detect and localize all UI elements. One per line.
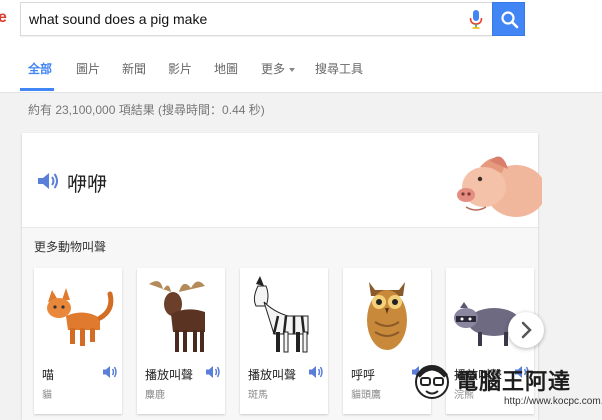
tab-search-tools[interactable]: 搜尋工具 <box>315 60 363 77</box>
search-icon <box>501 11 519 29</box>
tab-more-label: 更多 <box>261 62 286 76</box>
animal-sound-label: 呼呼 <box>351 368 376 382</box>
carousel-next-button[interactable] <box>508 312 544 348</box>
animal-name-label: 貓頭鷹 <box>351 390 381 401</box>
search-query[interactable]: what sound does a pig make <box>29 11 207 27</box>
tab-maps[interactable]: 地圖 <box>214 60 238 77</box>
answer-section: 咿咿 <box>22 133 542 227</box>
animal-card-cat[interactable]: 喵 貓 <box>34 268 122 414</box>
chevron-down-icon <box>289 67 296 72</box>
site-watermark: 電腦王阿達 http://www.kocpc.com.tw <box>412 358 602 419</box>
header: e what sound does a pig make 全部 圖片 新聞 影片… <box>0 0 602 93</box>
animal-sound-label: 播放叫聲 <box>248 368 297 382</box>
zebra-icon <box>253 276 309 353</box>
moose-icon <box>149 281 205 352</box>
search-button[interactable] <box>492 2 525 36</box>
active-tab-indicator <box>20 88 54 91</box>
speaker-icon[interactable] <box>102 364 118 380</box>
answer-sound-word: 咿咿 <box>67 174 107 196</box>
tab-all[interactable]: 全部 <box>28 60 52 77</box>
search-input[interactable]: what sound does a pig make <box>20 2 493 36</box>
pig-icon <box>457 156 542 217</box>
owl-icon <box>367 282 407 350</box>
animal-sound-label: 播放叫聲 <box>145 368 194 382</box>
mascot-logo-icon <box>415 365 449 399</box>
watermark-url: http://www.kocpc.com.tw <box>504 396 602 407</box>
tab-images[interactable]: 圖片 <box>76 60 100 77</box>
speaker-icon[interactable] <box>308 364 324 380</box>
tab-more[interactable]: 更多 <box>261 60 296 77</box>
cat-icon <box>47 288 114 346</box>
google-logo-fragment[interactable]: e <box>0 10 7 26</box>
animal-card-zebra[interactable]: 播放叫聲 斑馬 <box>240 268 328 414</box>
animal-sound-label: 喵 <box>42 368 55 382</box>
animal-name-label: 麋鹿 <box>145 390 165 401</box>
tab-news[interactable]: 新聞 <box>122 60 146 77</box>
speaker-icon[interactable] <box>37 171 59 191</box>
search-tabs: 全部 圖片 新聞 影片 地圖 更多 搜尋工具 <box>0 52 602 92</box>
animal-name-label: 貓 <box>42 390 52 401</box>
animal-name-label: 斑馬 <box>248 390 268 401</box>
chevron-right-icon <box>521 321 532 339</box>
animal-card-moose[interactable]: 播放叫聲 麋鹿 <box>137 268 225 414</box>
more-animals-title: 更多動物叫聲 <box>34 240 107 254</box>
tab-videos[interactable]: 影片 <box>168 60 192 77</box>
microphone-icon[interactable] <box>469 10 483 29</box>
speaker-icon[interactable] <box>205 364 221 380</box>
watermark-text: 電腦王阿達 <box>456 369 572 394</box>
result-stats: 約有 23,100,000 項結果 (搜尋時間：0.44 秒) <box>28 103 265 117</box>
